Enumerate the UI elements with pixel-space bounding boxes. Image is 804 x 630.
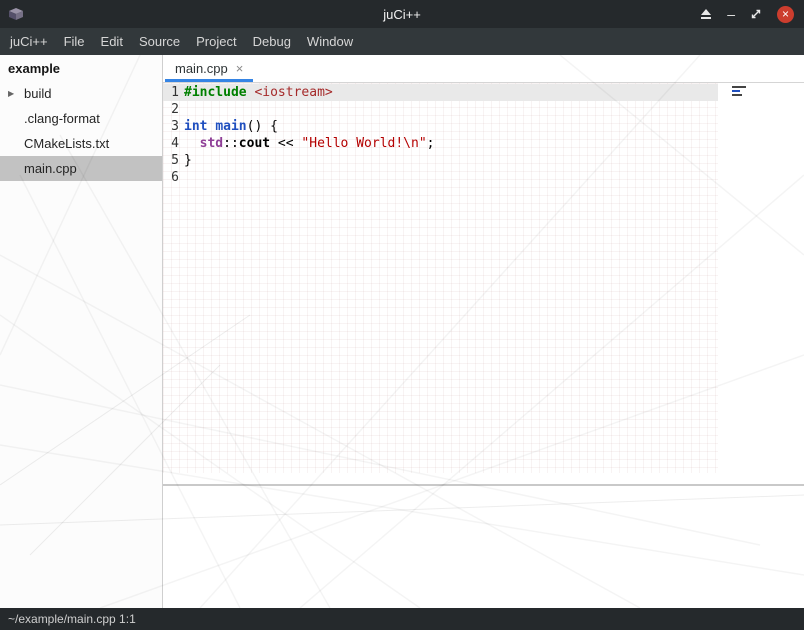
overview-mark (732, 90, 740, 92)
status-file-position: ~/example/main.cpp 1:1 (8, 612, 136, 626)
menu-item-window[interactable]: Window (299, 28, 361, 55)
titlebar: juCi++ – × (0, 0, 804, 28)
overview-mark (732, 94, 742, 96)
overview-map[interactable] (732, 86, 746, 98)
content-area: example ▶ build .clang-format CMakeLists.tx… (0, 55, 804, 608)
file-tree: ▶ build .clang-format CMakeLists.txt main.cp… (0, 81, 162, 181)
sidebar-item-build[interactable]: ▶ build (0, 81, 162, 106)
file-label: main.cpp (24, 161, 77, 176)
code-editor[interactable]: 1#include <iostream>23int main() {4 std:… (163, 83, 804, 484)
menu-item-project[interactable]: Project (188, 28, 244, 55)
app-icon (8, 7, 24, 21)
line-number: 1 (166, 84, 179, 101)
line-number: 3 (166, 118, 179, 135)
code-lines: 1#include <iostream>23int main() {4 std:… (163, 83, 804, 186)
line-text: std::cout << "Hello World!\n"; (179, 135, 434, 152)
line-number: 2 (166, 101, 179, 118)
project-name: example (0, 55, 162, 81)
eject-icon (700, 8, 712, 20)
menu-item-edit[interactable]: Edit (93, 28, 131, 55)
close-button[interactable]: × (777, 6, 794, 23)
menu-item-juci[interactable]: juCi++ (2, 28, 56, 55)
file-label: CMakeLists.txt (24, 136, 109, 151)
code-line-2[interactable]: 2 (163, 101, 804, 118)
menu-item-debug[interactable]: Debug (245, 28, 299, 55)
window-controls: – × (700, 0, 794, 28)
restore-button[interactable] (750, 8, 762, 20)
code-line-4[interactable]: 4 std::cout << "Hello World!\n"; (163, 135, 804, 152)
tab-label: main.cpp (175, 61, 228, 76)
menu-item-file[interactable]: File (56, 28, 93, 55)
file-tree-panel: example ▶ build .clang-format CMakeLists.tx… (0, 55, 163, 608)
code-line-5[interactable]: 5} (163, 152, 804, 169)
chevron-right-icon[interactable]: ▶ (8, 89, 14, 98)
eject-button[interactable] (700, 8, 712, 20)
restore-icon (750, 8, 762, 20)
tab-main-cpp[interactable]: main.cpp × (165, 55, 253, 82)
minimize-button[interactable]: – (727, 7, 735, 21)
statusbar: ~/example/main.cpp 1:1 (0, 608, 804, 630)
tab-close-icon[interactable]: × (236, 61, 244, 76)
line-number: 6 (166, 169, 179, 186)
line-text: #include <iostream> (179, 84, 333, 101)
window-title: juCi++ (383, 7, 421, 22)
tabbar: main.cpp × (163, 55, 804, 83)
line-text: } (179, 152, 192, 169)
main-pane: main.cpp × 1#include <iostream>23int main… (163, 55, 804, 608)
app-window: juCi++ – × juCi++FileEditSourceProjectDe… (0, 0, 804, 630)
sidebar-item-cmakelists-txt[interactable]: CMakeLists.txt (0, 131, 162, 156)
sidebar-item-clang-format[interactable]: .clang-format (0, 106, 162, 131)
line-number: 4 (166, 135, 179, 152)
line-text: int main() { (179, 118, 278, 135)
line-number: 5 (166, 152, 179, 169)
sidebar-item-main-cpp[interactable]: main.cpp (0, 156, 162, 181)
overview-mark (732, 86, 746, 88)
menubar: juCi++FileEditSourceProjectDebugWindow (0, 28, 804, 55)
file-label: build (24, 86, 51, 101)
line-text (179, 101, 184, 118)
line-text (179, 169, 184, 186)
terminal-pane[interactable] (163, 486, 804, 608)
menu-item-source[interactable]: Source (131, 28, 188, 55)
code-line-6[interactable]: 6 (163, 169, 804, 186)
code-line-3[interactable]: 3int main() { (163, 118, 804, 135)
file-label: .clang-format (24, 111, 100, 126)
code-line-1[interactable]: 1#include <iostream> (163, 84, 804, 101)
